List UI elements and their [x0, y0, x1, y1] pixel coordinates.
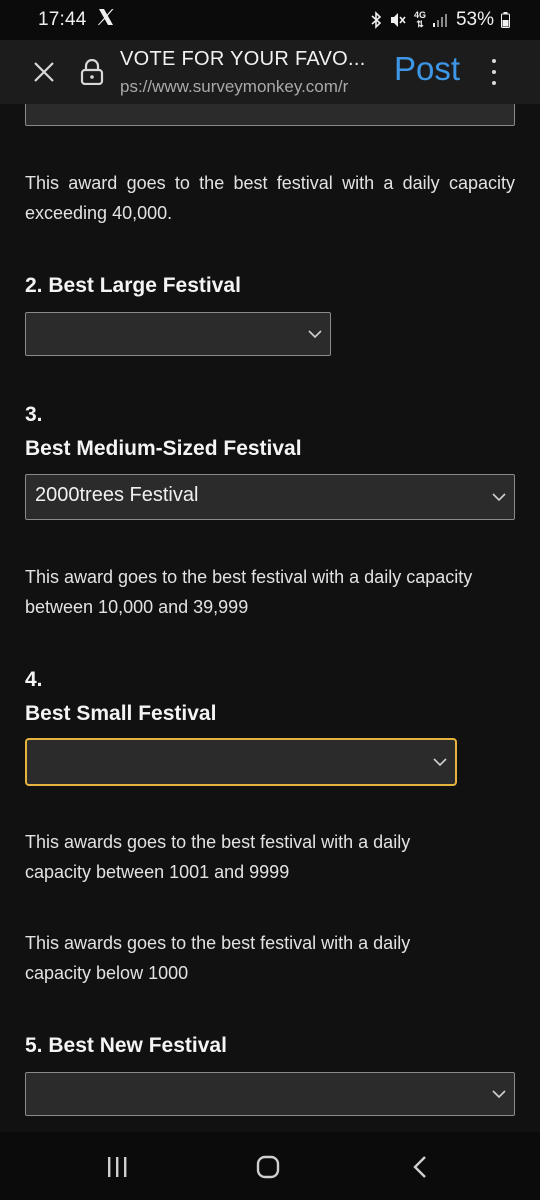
x-app-icon — [97, 8, 115, 32]
q5-title: 5. Best New Festival — [25, 1034, 227, 1057]
recent-apps-icon — [108, 1157, 127, 1177]
q4-number: 4. — [25, 668, 43, 691]
q3-selected: 2000trees Festival — [35, 484, 199, 506]
mute-icon — [389, 11, 407, 29]
recent-apps-button[interactable] — [102, 1152, 132, 1182]
network-label: 4G — [413, 10, 426, 20]
q2-title: 2. Best Large Festival — [25, 274, 241, 297]
battery-percent: 53% — [455, 9, 494, 30]
chevron-down-icon — [308, 330, 322, 339]
post-button[interactable]: Post — [394, 50, 460, 88]
close-button[interactable] — [30, 58, 58, 86]
back-button[interactable] — [405, 1152, 435, 1182]
battery-icon — [501, 12, 510, 28]
q1-description: This award goes to the best festival wit… — [25, 173, 515, 223]
more-options-icon — [492, 59, 496, 63]
status-time: 17:44 — [38, 9, 87, 30]
q4-description-1: This awards goes to the best festival wi… — [25, 832, 411, 882]
chevron-down-icon — [492, 493, 506, 502]
q1-dropdown[interactable] — [25, 104, 515, 126]
q2-dropdown[interactable] — [25, 312, 331, 356]
page-title: VOTE FOR YOUR FAVO... — [120, 48, 366, 70]
q4-title: Best Small Festival — [25, 702, 217, 725]
navigation-bar — [0, 1132, 540, 1200]
back-icon — [413, 1156, 426, 1178]
bluetooth-icon — [370, 11, 382, 29]
q3-number: 3. — [25, 403, 43, 426]
q4-description-2: This awards goes to the best festival wi… — [25, 933, 411, 983]
chevron-down-icon — [433, 758, 447, 767]
survey-page[interactable]: This award goes to the best festival wit… — [0, 104, 540, 1132]
browser-toolbar: VOTE FOR YOUR FAVO... ps://www.surveymon… — [0, 40, 540, 104]
q3-dropdown[interactable]: 2000trees Festival — [25, 474, 515, 520]
q3-title: Best Medium-Sized Festival — [25, 437, 302, 460]
q4-dropdown[interactable] — [25, 738, 457, 786]
q3-description: This award goes to the best festival wit… — [25, 567, 473, 617]
network-4g-icon: 4G ⇅ — [413, 10, 426, 29]
signal-icon — [432, 13, 449, 27]
lock-icon[interactable] — [80, 58, 104, 86]
home-button[interactable] — [253, 1152, 283, 1182]
chevron-down-icon — [492, 1090, 506, 1099]
home-icon — [256, 1155, 280, 1179]
close-icon — [34, 62, 54, 82]
status-bar: 17:44 4G ⇅ 53% — [0, 0, 540, 40]
page-url: ps://www.surveymonkey.com/r — [120, 77, 349, 96]
more-options-button[interactable] — [484, 56, 504, 88]
q5-dropdown[interactable] — [25, 1072, 515, 1116]
url-bar[interactable]: VOTE FOR YOUR FAVO... ps://www.surveymon… — [120, 48, 382, 97]
